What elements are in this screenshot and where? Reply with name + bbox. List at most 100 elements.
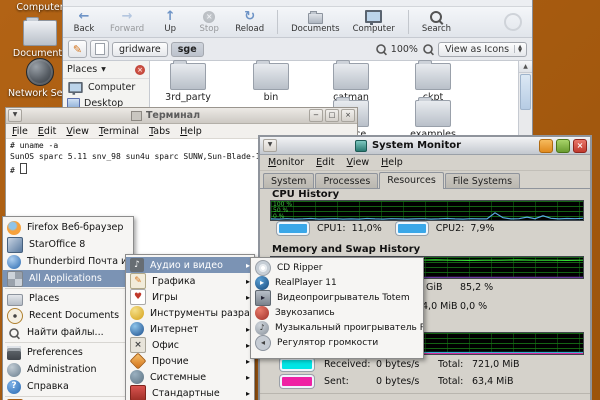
maximize-button[interactable]: □ — [325, 109, 339, 122]
cpu2-color-swatch[interactable] — [396, 222, 428, 235]
window-menu-icon[interactable]: ▼ — [8, 109, 22, 122]
applications-submenu: Аудио и видео Графика Игры Инструменты р… — [125, 254, 255, 400]
menu-item-places[interactable]: Places — [3, 290, 133, 307]
swap-percent: 0,0 % — [460, 301, 487, 312]
menu-item-preferences[interactable]: Preferences — [3, 344, 133, 361]
system-icon — [130, 370, 144, 384]
toolbox-icon — [130, 385, 146, 400]
window-menu-icon[interactable]: ▼ — [263, 139, 277, 152]
places-header[interactable]: Places ▼ × — [63, 61, 149, 79]
network-sent-legend: Sent: 0 bytes/s Total: 63,4 MiB — [280, 375, 514, 388]
minimize-button[interactable]: − — [309, 109, 323, 122]
menu-edit[interactable]: Edit — [38, 126, 56, 137]
folder-3rd_party[interactable]: 3rd_party — [153, 63, 223, 103]
menu-file[interactable]: File — [12, 126, 28, 137]
menu-item-recent-documents[interactable]: Recent Documents — [3, 307, 133, 324]
computer-button[interactable]: Computer — [353, 10, 395, 34]
menu-item-system[interactable]: Системные — [126, 369, 254, 385]
menu-item-sound-recorder[interactable]: Звукозапись — [251, 305, 423, 320]
games-icon — [130, 289, 146, 305]
tab-file-systems[interactable]: File Systems — [445, 173, 520, 188]
menu-item-internet[interactable]: Интернет — [126, 321, 254, 337]
path-button-sge[interactable]: sge — [171, 42, 204, 57]
menu-view[interactable]: View — [66, 126, 89, 137]
stop-icon: × — [203, 11, 215, 23]
menu-item-other[interactable]: Прочие — [126, 353, 254, 369]
menu-monitor[interactable]: Monitor — [268, 157, 304, 168]
back-button[interactable]: ← Back — [71, 10, 97, 34]
folder-catman[interactable]: catman — [316, 63, 386, 103]
menu-item-rhythmbox[interactable]: Музыкальный проигрыватель Rhythmbox — [251, 320, 423, 335]
close-sidebar-icon[interactable]: × — [135, 65, 145, 75]
tab-resources[interactable]: Resources — [379, 172, 444, 189]
places-folder-icon — [7, 294, 23, 306]
menu-item-all-applications[interactable]: All Applications — [3, 270, 133, 287]
menu-item-graphics[interactable]: Графика — [126, 273, 254, 289]
sent-color-swatch[interactable] — [280, 375, 314, 388]
tab-system[interactable]: System — [263, 173, 314, 188]
clock-icon — [7, 308, 23, 324]
up-arrow-icon: ↑ — [165, 10, 176, 23]
thunderbird-icon — [7, 255, 21, 269]
stop-button[interactable]: × Stop — [196, 10, 222, 34]
menu-edit[interactable]: Edit — [316, 157, 334, 168]
zoom-in-icon[interactable] — [423, 44, 433, 54]
received-color-swatch[interactable] — [280, 358, 314, 371]
zoom-out-icon[interactable] — [376, 44, 386, 54]
cpu1-color-swatch[interactable] — [277, 222, 309, 235]
maximize-button[interactable] — [556, 139, 570, 153]
menu-item-firefox[interactable]: Firefox Веб-браузер — [3, 219, 133, 236]
menu-item-realplayer[interactable]: RealPlayer 11 — [251, 275, 423, 290]
up-button[interactable]: ↑ Up — [157, 10, 183, 34]
minimize-button[interactable] — [539, 139, 553, 153]
menu-item-games[interactable]: Игры — [126, 289, 254, 305]
sidebar-item-computer[interactable]: Computer — [63, 79, 149, 96]
view-as-selector[interactable]: View as Icons ▲▼ — [438, 42, 527, 57]
menu-item-volume-control[interactable]: Регулятор громкости — [251, 335, 423, 350]
folder-bin[interactable]: bin — [236, 63, 306, 103]
tab-processes[interactable]: Processes — [315, 173, 378, 188]
close-button[interactable]: × — [341, 109, 355, 122]
folder-examples[interactable]: examples — [398, 100, 468, 140]
menu-item-staroffice[interactable]: StarOffice 8 — [3, 236, 133, 253]
menu-item-find-files[interactable]: Найти файлы... — [3, 324, 133, 341]
scroll-up-icon[interactable]: ▲ — [519, 61, 532, 73]
documents-button[interactable]: Documents — [291, 10, 339, 34]
root-location-button[interactable] — [90, 40, 109, 58]
menu-view[interactable]: View — [347, 157, 370, 168]
menu-item-audio-video[interactable]: Аудио и видео — [126, 257, 254, 273]
reload-icon: ↻ — [244, 10, 255, 23]
scrollbar-thumb[interactable] — [520, 74, 531, 110]
axis-label: 0 % — [273, 214, 284, 220]
toolbar-separator — [277, 10, 278, 34]
menu-item-cd-ripper[interactable]: CD Ripper — [251, 260, 423, 275]
memory-unit-fragment: GiB — [426, 282, 443, 293]
folder-ckpt[interactable]: ckpt — [398, 63, 468, 103]
network-received-legend: Received: 0 bytes/s Total: 721,0 MiB — [280, 358, 520, 371]
reload-button[interactable]: ↻ Reload — [235, 10, 264, 34]
menu-terminal[interactable]: Terminal — [99, 126, 139, 137]
path-button-gridware[interactable]: gridware — [112, 42, 168, 57]
menu-item-thunderbird[interactable]: Thunderbird Почта и новости — [3, 253, 133, 270]
menu-help[interactable]: Help — [180, 126, 202, 137]
terminal-icon — [131, 111, 142, 121]
close-button[interactable]: × — [573, 139, 587, 153]
search-button[interactable]: Search — [422, 10, 451, 34]
system-monitor-titlebar[interactable]: ▼ System Monitor × — [260, 137, 590, 155]
menu-item-totem[interactable]: Видеопроигрыватель Totem — [251, 290, 423, 305]
menu-item-development-tools[interactable]: Инструменты разработки — [126, 305, 254, 321]
menu-separator — [5, 396, 131, 397]
menu-help[interactable]: Help — [381, 157, 403, 168]
forward-button[interactable]: → Forward — [110, 10, 144, 34]
menu-item-standard[interactable]: Стандартные — [126, 385, 254, 400]
edit-location-button[interactable]: ✎ — [68, 40, 87, 58]
computer-icon — [68, 82, 82, 93]
menu-item-administration[interactable]: Administration — [3, 361, 133, 378]
menu-item-office[interactable]: Офис — [126, 337, 254, 353]
staroffice-icon — [7, 237, 23, 253]
terminal-titlebar[interactable]: ▼ Терминал − □ × — [6, 108, 357, 124]
stepper-arrows-icon: ▲▼ — [514, 45, 522, 53]
menu-item-help[interactable]: Справка — [3, 378, 133, 395]
menu-tabs[interactable]: Tabs — [149, 126, 170, 137]
page-icon — [95, 43, 105, 55]
